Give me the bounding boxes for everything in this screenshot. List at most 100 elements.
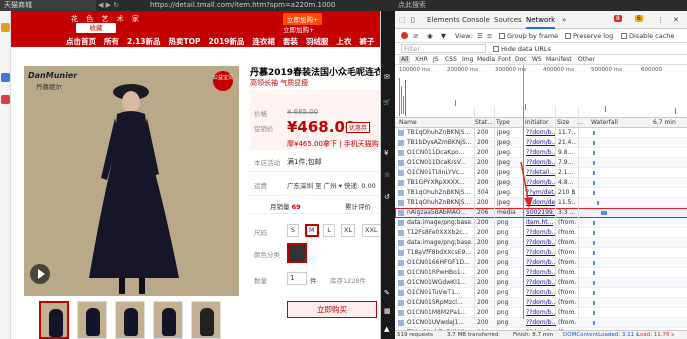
coupon-tag[interactable]: 优惠券 [346, 122, 371, 133]
request-initiator[interactable]: ??dom/b... [526, 139, 556, 146]
request-initiator[interactable]: item.ht... [526, 219, 556, 226]
table-row[interactable]: O1CN01WGdwKI1... 200 png ??dom/b...(from... [395, 278, 687, 288]
thumbnail[interactable] [39, 301, 69, 339]
col-status[interactable]: Stat... [475, 119, 493, 126]
menu-item[interactable]: 裤子 [359, 36, 374, 47]
request-initiator[interactable]: ??dom/b... [526, 249, 556, 256]
history-icon[interactable]: ↺ [384, 193, 392, 201]
table-row[interactable]: T18aVfF8bdXXcsE9... 200 png ??dom/b... (from… [395, 248, 687, 258]
type-img[interactable]: Img [462, 56, 473, 63]
type-js[interactable]: JS [433, 56, 439, 63]
cart-icon[interactable]: 🛒 [383, 99, 391, 107]
table-row[interactable]: data:image/png;base... 200 png item.ht... (f… [395, 218, 687, 228]
error-count-badge[interactable]: 8 [614, 15, 622, 22]
warning-count-badge[interactable]: 6 [635, 15, 643, 22]
star-icon[interactable]: ☆ [384, 171, 392, 179]
buy-now-button[interactable]: 立即购买 [287, 301, 377, 318]
col-size[interactable]: Size [557, 119, 569, 126]
menu-item[interactable]: 羽绒服 [306, 36, 329, 47]
size-option-s[interactable]: S [287, 224, 299, 237]
menu-item[interactable]: 套装 [283, 36, 298, 47]
qr-icon[interactable]: ▦ [384, 307, 392, 315]
request-initiator[interactable]: ??dom/b... [526, 299, 556, 306]
request-initiator[interactable]: ??dom/b... [526, 239, 556, 246]
clear-icon[interactable]: ⊘ [413, 32, 418, 40]
request-initiator[interactable]: ??dom/b... [526, 149, 556, 156]
size-option-xl[interactable]: XL [341, 224, 356, 237]
col-initiator[interactable]: Initiator [525, 119, 548, 126]
network-overview[interactable] [395, 76, 687, 118]
table-row[interactable]: TB1qOhuhZnBKNjS... 200 jpeg ??dom/b... 11.7.… [395, 128, 687, 138]
quantity-input[interactable]: 1 [287, 272, 307, 285]
request-initiator[interactable]: ??dom/b... [526, 269, 556, 276]
request-initiator[interactable]: 5002199... [526, 209, 556, 216]
more-tabs-icon[interactable]: » [562, 16, 566, 24]
size-option-m[interactable]: M [305, 224, 319, 237]
type-font[interactable]: Font [498, 56, 511, 63]
table-row[interactable]: O1CN01UVwdaJ1... 200 png ??dom/b...(from... [395, 318, 687, 328]
search-hint[interactable]: 点此搜索 [380, 0, 687, 11]
star-icon[interactable] [1, 23, 10, 32]
menu-item[interactable]: 2.13新品 [127, 36, 161, 47]
mail-icon[interactable]: ✉ [384, 73, 392, 81]
mobile-offer[interactable]: 摩¥465.00拿下 | 手机天猫购 [287, 139, 379, 149]
product-main-image[interactable]: DanMunier 丹慕妮尔 公益宝贝 [24, 66, 239, 296]
table-row[interactable]: O1CN01M8M2Pa1... 200 png ??dom/b...(from... [395, 308, 687, 318]
thumbnail[interactable] [77, 301, 107, 339]
shipping-value[interactable]: 广东深圳 至 广州 ▾ 快递: 0.00 [287, 180, 376, 190]
menu-item[interactable]: 所有 [104, 36, 119, 47]
table-row[interactable]: O1CN015RpMzcl... 200 png ??dom/b...(from... [395, 298, 687, 308]
type-doc[interactable]: Doc [515, 56, 527, 63]
thumbnail[interactable] [191, 301, 221, 339]
menu-item[interactable]: 上衣 [336, 36, 351, 47]
table-row[interactable]: T12Fs8Fe0XXXb2c... 200 png ??dom/b... (from.… [395, 228, 687, 238]
tab-network[interactable]: Network [526, 16, 556, 29]
menu-item[interactable]: 2019新品 [209, 36, 245, 47]
address-bar[interactable]: https://detail.tmall.com/item.htm?spm=a2… [150, 0, 370, 11]
col-type[interactable]: Type [496, 119, 510, 126]
thumbnail[interactable] [153, 301, 183, 339]
thumbnail[interactable] [115, 301, 145, 339]
type-media[interactable]: Media [477, 56, 495, 63]
table-row[interactable]: TB1bDysAZmBKNjS... 200 jpeg ??dom/b... 21.4.… [395, 138, 687, 148]
reviews-link[interactable]: 累计评价 [345, 201, 371, 211]
request-initiator[interactable]: ??dom/b... [526, 259, 556, 266]
request-initiator[interactable]: ??dom/b... [526, 319, 556, 326]
disable-cache-checkbox[interactable]: Disable cache [621, 32, 674, 40]
tree-view-icon[interactable]: ≡ [487, 32, 492, 40]
request-initiator[interactable]: ??dom/b... [526, 309, 556, 316]
request-initiator[interactable]: ??dom/b... [526, 289, 556, 296]
grid-icon[interactable] [1, 95, 10, 104]
table-row[interactable]: data:image/png;base... 200 png ??dom/b... (f… [395, 238, 687, 248]
camera-icon[interactable]: ◉ [427, 32, 433, 40]
filter-icon[interactable]: ▼ [441, 32, 446, 40]
yen-icon[interactable]: ¥ [384, 149, 392, 157]
menu-item[interactable]: 点击首页 [66, 36, 96, 47]
browser-tab[interactable]: 天猫商城 [0, 0, 96, 11]
request-initiator[interactable]: ??dom/b... [526, 279, 556, 286]
table-row[interactable]: O1CN0166HFGF1D... 200 png ??dom/b...(from..… [395, 258, 687, 268]
tab-elements[interactable]: Elements [427, 16, 460, 24]
menu-item[interactable]: 连衣裙 [252, 36, 275, 47]
close-icon[interactable]: ✕ [673, 16, 679, 24]
color-swatch[interactable] [287, 243, 307, 263]
table-row[interactable]: O1CN011DcaKpo... 200 jpeg ??dom/b... 9.8... [395, 148, 687, 158]
tab-sources[interactable]: Sources [494, 16, 522, 24]
type-other[interactable]: Other [578, 56, 595, 63]
tab-console[interactable]: Console [462, 16, 490, 24]
size-option-l[interactable]: L [323, 224, 335, 237]
list-view-icon[interactable]: ☰ [477, 32, 483, 40]
record-icon[interactable] [401, 32, 408, 39]
app-icon[interactable] [1, 73, 10, 82]
favorite-button[interactable]: 收藏 [76, 23, 116, 33]
group-by-frame-checkbox[interactable]: Group by frame [499, 32, 558, 40]
type-all[interactable]: All [399, 56, 411, 63]
size-option-xxl[interactable]: XXL [362, 224, 380, 237]
menu-icon[interactable]: ⋮ [657, 16, 664, 24]
inspect-icon[interactable]: ⬚ [399, 16, 406, 24]
request-initiator[interactable]: ??dom/b... [526, 229, 556, 236]
device-icon[interactable]: ▯ [411, 16, 415, 24]
up-icon[interactable]: ▲ [384, 325, 392, 333]
add-cart-link[interactable]: 立即加购+ [283, 24, 314, 34]
table-row[interactable]: O1CN01RPwHBo1... 200 png ??dom/b...(from... [395, 268, 687, 278]
